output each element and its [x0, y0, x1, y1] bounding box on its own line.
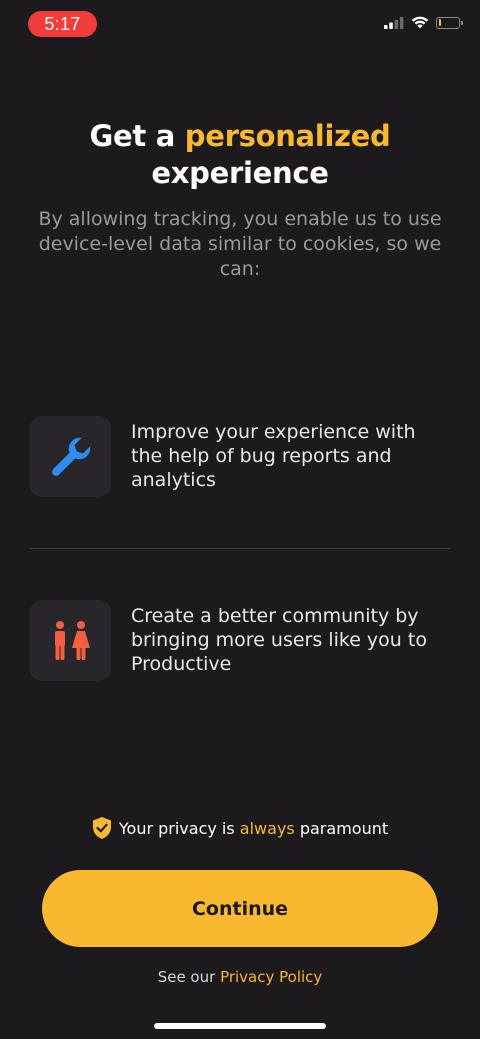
privacy-policy-prefix: See our — [157, 968, 221, 986]
wifi-icon — [411, 16, 429, 29]
status-icons — [384, 16, 463, 29]
page-title-line2: experience — [151, 156, 329, 190]
battery-level — [438, 19, 441, 26]
privacy-policy-link[interactable]: Privacy Policy — [220, 968, 322, 986]
people-icon — [54, 620, 90, 660]
feature-text: Improve your experience with the help of… — [131, 421, 416, 491]
privacy-policy-line: See our Privacy Policy — [0, 968, 480, 986]
continue-button[interactable]: Continue — [42, 870, 438, 947]
feature-icon-box — [30, 600, 111, 681]
status-bar: 5:17 — [0, 0, 480, 50]
divider — [30, 548, 450, 549]
home-indicator[interactable] — [154, 1023, 326, 1029]
wrench-icon — [51, 437, 90, 476]
privacy-note-prefix: Your privacy is — [118, 818, 235, 838]
feature-item-analytics: Improve your experience with the help of… — [30, 416, 450, 497]
page-title-prefix: Get a — [89, 119, 185, 153]
feature-icon-box — [30, 416, 111, 497]
privacy-note-accent: always — [239, 818, 295, 838]
privacy-note: Your privacy is always paramount — [0, 816, 480, 840]
battery-icon — [436, 16, 463, 29]
cellular-signal-icon — [384, 16, 404, 29]
page-title-accent: personalized — [184, 119, 391, 153]
feature-text: Create a better community by bringing mo… — [131, 605, 427, 675]
privacy-note-suffix: paramount — [299, 818, 389, 838]
feature-item-community: Create a better community by bringing mo… — [30, 600, 450, 681]
shield-check-icon — [92, 817, 111, 839]
status-time[interactable]: 5:17 — [28, 11, 97, 37]
page-title: Get a personalized experience — [0, 118, 480, 192]
page-subtitle: By allowing tracking, you enable us to u… — [38, 208, 442, 280]
